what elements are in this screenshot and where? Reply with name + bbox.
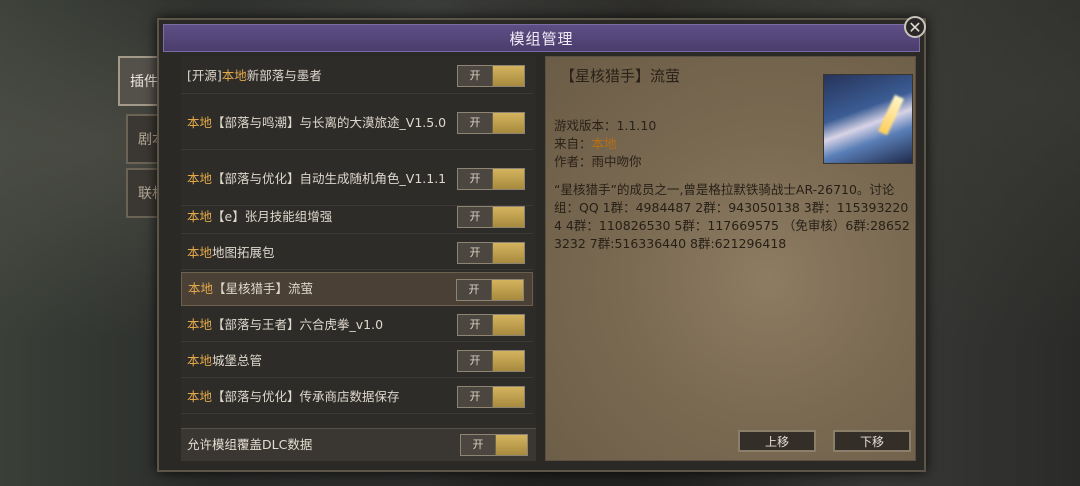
dialog-titlebar: 模组管理 [163,24,920,52]
mod-detail-panel: 【星核猎手】流萤 游戏版本：1.1.10 来自：本地 作者：雨中吻你 “星核猎手… [545,56,916,461]
from-label: 来自： [554,136,592,151]
detail-description: “星核猎手”的成员之一,曾是格拉默铁骑战士AR-26710。讨论组：QQ 1群：… [554,182,910,251]
mod-label: 本地【部落与鸣潮】与长离的大漠旅途_V1.5.0 [187,114,449,132]
toggle-knob [492,243,524,263]
move-up-button[interactable]: 上移 [738,430,816,452]
toggle-knob [492,315,524,335]
mod-source: 本地 [187,316,213,332]
toggle-knob [492,387,524,407]
toggle-text: 开 [461,435,495,455]
mod-name: 【部落与优化】传承商店数据保存 [212,388,400,404]
mod-toggle[interactable]: 开 [457,206,525,228]
toggle-text: 开 [458,66,492,86]
toggle-text: 开 [458,169,492,189]
from-value: 本地 [591,136,617,151]
dlc-override-label: 允许模组覆盖DLC数据 [187,437,313,452]
move-down-button[interactable]: 下移 [833,430,911,452]
mod-source: 本地 [187,170,213,186]
toggle-text: 开 [458,113,492,133]
detail-meta: 游戏版本：1.1.10 来自：本地 作者：雨中吻你 [554,117,656,171]
mod-row[interactable]: 本地【星核猎手】流萤开 [181,272,533,306]
mod-source: 本地 [221,67,247,83]
toggle-knob [495,435,527,455]
mod-toggle[interactable]: 开 [457,242,525,264]
mod-toggle[interactable]: 开 [457,350,525,372]
mod-toggle[interactable]: 开 [457,65,525,87]
dlc-override-row: 允许模组覆盖DLC数据 开 [181,428,536,461]
mod-row[interactable]: 本地【部落与王者】六合虎拳_v1.0 开 [181,308,533,342]
toggle-knob [491,280,523,300]
mod-name: 城堡总管 [212,352,263,368]
mod-list[interactable]: [开源]本地新部落与墨者开本地【部落与鸣潮】与长离的大漠旅途_V1.5.0 开本地… [181,56,536,461]
toggle-text: 开 [458,351,492,371]
close-button[interactable]: ✕ [904,16,926,38]
mod-label: 本地【星核猎手】流萤 [188,280,450,298]
dialog-title: 模组管理 [509,29,574,48]
toggle-knob [492,169,524,189]
dlc-override-toggle[interactable]: 开 [460,434,528,456]
mod-label: 本地【部落与王者】六合虎拳_v1.0 [187,316,449,334]
mod-label: 本地【部落与优化】自动生成随机角色_V1.1.1 [187,170,449,188]
mod-prefix: [开源] [187,67,222,83]
mod-portrait [823,74,913,164]
mod-label: 本地【e】张月技能组增强 [187,208,449,226]
mod-label: 本地地图拓展包 [187,244,449,262]
mod-source: 本地 [187,114,213,130]
toggle-knob [492,66,524,86]
mod-toggle[interactable]: 开 [457,112,525,134]
toggle-knob [492,113,524,133]
mod-source: 本地 [188,281,214,296]
mod-source: 本地 [187,208,213,224]
mod-name: 【部落与鸣潮】与长离的大漠旅途_V1.5.0 [212,114,447,130]
version-label: 游戏版本： [554,118,617,133]
mod-name: 新部落与墨者 [246,67,322,83]
author-value: 雨中吻你 [591,154,642,169]
mod-toggle[interactable]: 开 [456,279,524,301]
mod-name: 【部落与优化】自动生成随机角色_V1.1.1 [212,170,447,186]
version-value: 1.1.10 [616,118,657,133]
mod-source: 本地 [187,352,213,368]
toggle-text: 开 [458,387,492,407]
mod-row[interactable]: 本地城堡总管开 [181,344,533,378]
toggle-text: 开 [458,243,492,263]
mod-row[interactable]: 本地【部落与优化】自动生成随机角色_V1.1.1 开 [181,152,533,206]
mod-toggle[interactable]: 开 [457,386,525,408]
mod-name: 【部落与王者】六合虎拳_v1.0 [212,316,384,332]
toggle-text: 开 [458,315,492,335]
mod-label: [开源]本地新部落与墨者 [187,67,449,85]
mod-name: 地图拓展包 [212,244,275,260]
mod-source: 本地 [187,244,213,260]
toggle-knob [492,207,524,227]
mod-label: 本地城堡总管 [187,352,449,370]
mod-toggle[interactable]: 开 [457,314,525,336]
mod-name: 【e】张月技能组增强 [212,208,333,224]
toggle-text: 开 [457,280,491,300]
mod-toggle[interactable]: 开 [457,168,525,190]
detail-title: 【星核猎手】流萤 [560,67,681,85]
toggle-knob [492,351,524,371]
mod-row[interactable]: 本地【部落与优化】传承商店数据保存开 [181,380,533,414]
mod-row[interactable]: [开源]本地新部落与墨者开 [181,58,533,94]
mod-row[interactable]: 本地地图拓展包开 [181,236,533,270]
author-label: 作者： [554,154,592,169]
mod-label: 本地【部落与优化】传承商店数据保存 [187,388,449,406]
toggle-text: 开 [458,207,492,227]
mod-name: 【星核猎手】流萤 [213,281,314,296]
close-icon: ✕ [908,18,922,37]
mod-source: 本地 [187,388,213,404]
mod-row[interactable]: 本地【部落与鸣潮】与长离的大漠旅途_V1.5.0 开 [181,96,533,150]
mod-row[interactable]: 本地【e】张月技能组增强开 [181,200,533,234]
